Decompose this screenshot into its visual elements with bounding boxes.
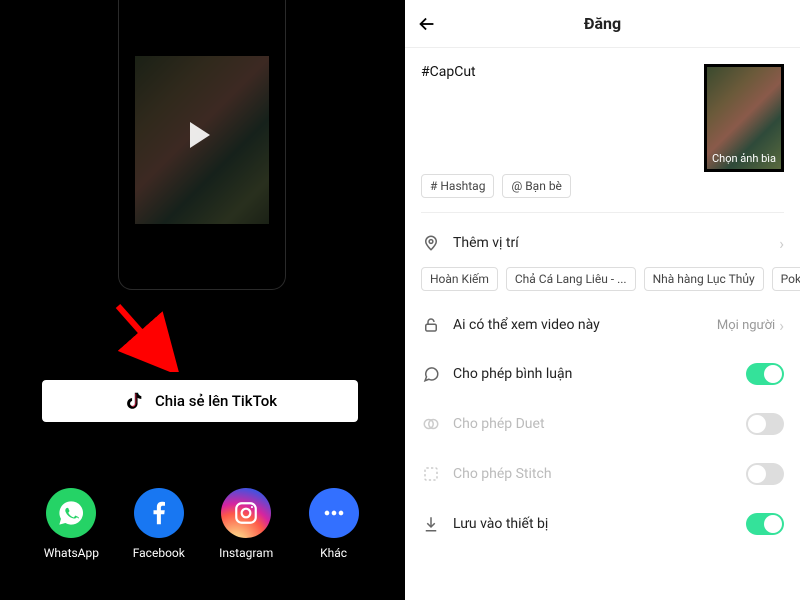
header: Đăng bbox=[405, 0, 800, 48]
share-to-tiktok-button[interactable]: Chia sẻ lên TikTok bbox=[42, 380, 358, 422]
privacy-row[interactable]: Ai có thể xem video này Mọi người› bbox=[405, 301, 800, 349]
comment-icon bbox=[421, 364, 441, 384]
location-icon bbox=[421, 233, 441, 253]
tiktok-icon bbox=[123, 390, 145, 412]
facebook-icon bbox=[134, 488, 184, 538]
caption-area: #CapCut Chọn ảnh bìa bbox=[405, 48, 800, 172]
share-targets-row: WhatsApp Facebook Instagram Khác bbox=[0, 488, 405, 560]
share-target-label: Khác bbox=[320, 546, 347, 560]
location-chip[interactable]: Nhà hàng Lục Thủy bbox=[644, 267, 764, 291]
duet-toggle bbox=[746, 413, 784, 435]
save-row: Lưu vào thiết bị bbox=[405, 499, 800, 549]
duet-row: Cho phép Duet bbox=[405, 399, 800, 449]
comments-toggle[interactable] bbox=[746, 363, 784, 385]
share-target-instagram[interactable]: Instagram bbox=[210, 488, 282, 560]
location-label: Thêm vị trí bbox=[453, 235, 767, 251]
share-target-whatsapp[interactable]: WhatsApp bbox=[35, 488, 107, 560]
more-icon bbox=[309, 488, 359, 538]
share-panel: Chia sẻ lên TikTok WhatsApp Facebook Ins… bbox=[0, 0, 405, 600]
lock-icon bbox=[421, 315, 441, 335]
caption-chips: # Hashtag @ Bạn bè bbox=[405, 172, 800, 212]
stitch-row: Cho phép Stitch bbox=[405, 449, 800, 499]
duet-icon bbox=[421, 414, 441, 434]
download-icon bbox=[421, 514, 441, 534]
whatsapp-icon bbox=[46, 488, 96, 538]
location-row[interactable]: Thêm vị trí › bbox=[405, 219, 800, 267]
share-target-label: WhatsApp bbox=[44, 546, 99, 560]
play-icon[interactable] bbox=[190, 122, 210, 148]
comments-row: Cho phép bình luận bbox=[405, 349, 800, 399]
cover-label: Chọn ảnh bìa bbox=[712, 152, 776, 165]
share-target-more[interactable]: Khác bbox=[298, 488, 370, 560]
share-button-label: Chia sẻ lên TikTok bbox=[155, 392, 277, 410]
friends-chip[interactable]: @ Bạn bè bbox=[502, 174, 570, 198]
location-suggestions: Hoàn Kiếm Chả Cá Lang Liêu - ... Nhà hàn… bbox=[405, 267, 800, 301]
save-label: Lưu vào thiết bị bbox=[453, 516, 734, 532]
divider bbox=[421, 212, 784, 213]
location-chip[interactable]: Chả Cá Lang Liêu - ... bbox=[506, 267, 636, 291]
share-target-label: Instagram bbox=[219, 546, 273, 560]
location-chip[interactable]: Hoàn Kiếm bbox=[421, 267, 498, 291]
share-target-label: Facebook bbox=[133, 546, 185, 560]
save-toggle[interactable] bbox=[746, 513, 784, 535]
stitch-icon bbox=[421, 464, 441, 484]
back-button[interactable] bbox=[415, 12, 439, 36]
location-chip[interactable]: Poke Hanoi bbox=[772, 267, 800, 291]
chevron-right-icon: › bbox=[779, 316, 784, 335]
page-title: Đăng bbox=[584, 14, 621, 33]
cover-picker[interactable]: Chọn ảnh bìa bbox=[704, 64, 784, 172]
stitch-toggle bbox=[746, 463, 784, 485]
privacy-label: Ai có thể xem video này bbox=[453, 317, 705, 333]
share-target-facebook[interactable]: Facebook bbox=[123, 488, 195, 560]
hashtag-chip[interactable]: # Hashtag bbox=[421, 174, 494, 198]
annotation-arrow bbox=[112, 302, 182, 372]
duet-label: Cho phép Duet bbox=[453, 416, 734, 432]
chevron-right-icon: › bbox=[779, 234, 784, 253]
privacy-value: Mọi người› bbox=[717, 316, 784, 335]
caption-input[interactable]: #CapCut bbox=[421, 64, 692, 172]
instagram-icon bbox=[221, 488, 271, 538]
stitch-label: Cho phép Stitch bbox=[453, 466, 734, 482]
comments-label: Cho phép bình luận bbox=[453, 366, 734, 382]
post-settings-panel: Đăng #CapCut Chọn ảnh bìa # Hashtag @ Bạ… bbox=[405, 0, 800, 600]
